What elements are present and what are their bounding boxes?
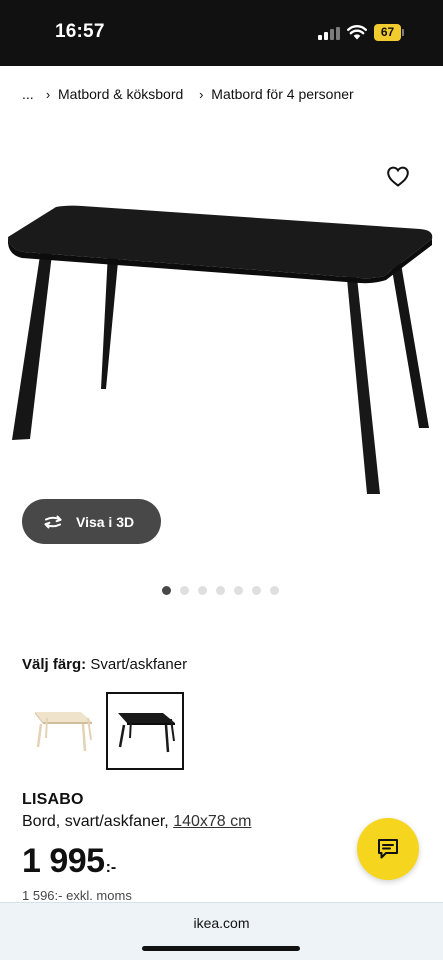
carousel-dot[interactable] [162,586,171,595]
browser-url-bar: ikea.com [0,902,443,960]
view-3d-label: Visa i 3D [76,513,135,530]
chevron-right-icon: › [45,86,51,102]
color-label-value: Svart/askfaner [90,656,188,673]
battery-level: 67 [380,25,395,39]
product-description: Bord, svart/askfaner, 140x78 cm [22,813,251,831]
carousel-dot[interactable] [252,586,261,595]
carousel-dot[interactable] [216,586,225,595]
color-swatch-black[interactable] [106,692,184,770]
product-dimensions-link[interactable]: 140x78 cm [173,813,251,830]
light-ash-table-swatch [35,712,92,752]
status-time: 16:57 [55,21,105,42]
battery-icon: 67 [374,24,404,41]
price-excl-vat: 1 596:- exkl. moms [22,888,132,903]
product-price: 1 995 :- [22,842,116,881]
carousel-dot[interactable] [270,586,279,595]
view-3d-button[interactable]: Visa i 3D [22,499,161,544]
carousel-dot[interactable] [234,586,243,595]
price-amount: 1 995 [22,842,105,880]
url-text[interactable]: ikea.com [0,915,443,931]
color-swatch-light-ash[interactable] [22,692,100,770]
signal-icon [318,27,340,40]
carousel-dot[interactable] [198,586,207,595]
home-indicator[interactable] [142,946,300,951]
chat-bubble-icon [378,839,398,859]
color-selection-label: Välj färg: Svart/askfaner [22,656,187,673]
breadcrumb-ellipsis[interactable]: ... [22,86,40,102]
price-suffix: :- [105,859,117,876]
chevron-right-icon: › [199,86,204,102]
breadcrumb-item-dining-tables[interactable]: Matbord & köksbord [58,86,183,102]
heart-outline-icon[interactable] [384,163,412,189]
breadcrumb-item-tables-4-persons[interactable]: Matbord för 4 personer [211,86,353,102]
carousel-dots [162,586,279,596]
rotate-arrows-icon [44,515,62,528]
black-table-swatch [118,713,175,753]
color-label-key: Välj färg: [22,656,87,673]
chat-button[interactable] [357,818,419,880]
carousel-dot[interactable] [180,586,189,595]
battery-tip [402,29,404,36]
status-bar: 16:57 67 [0,0,443,66]
breadcrumb: ... › Matbord & köksbord › Matbord för 4… [22,84,354,104]
product-name: LISABO [22,791,84,808]
product-description-text: Bord, svart/askfaner, [22,813,174,830]
wifi-icon [347,25,367,40]
product-image[interactable] [0,200,443,500]
